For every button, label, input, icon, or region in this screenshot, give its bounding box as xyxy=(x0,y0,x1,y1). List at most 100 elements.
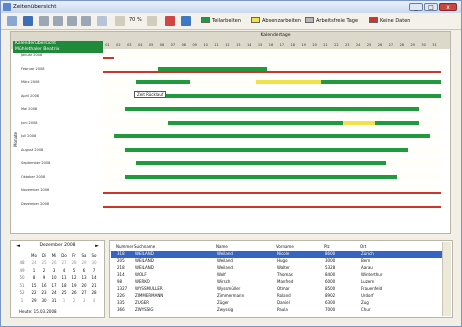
stop-icon[interactable] xyxy=(165,16,175,26)
calendar-day[interactable]: 2 xyxy=(39,268,49,274)
column-header[interactable]: Plz xyxy=(324,243,330,250)
calendar-day[interactable]: 31 xyxy=(49,298,59,304)
calendar-day[interactable]: 12 xyxy=(69,275,79,281)
calendar-day[interactable]: 11 xyxy=(59,275,69,281)
day-header-cell: 28 xyxy=(399,43,405,47)
search-icon[interactable] xyxy=(115,16,125,26)
weekday-label: Sa xyxy=(81,253,87,258)
calendar-day[interactable]: 14 xyxy=(89,275,99,281)
table-cell: 5328 xyxy=(325,265,336,270)
calendar-day[interactable]: 2 xyxy=(69,298,79,304)
calendar-day[interactable]: 25 xyxy=(59,290,69,296)
calendar-day[interactable]: 4 xyxy=(59,268,69,274)
day-header-cell: 11 xyxy=(214,43,219,47)
column-header[interactable]: Suchname xyxy=(134,243,155,250)
month-row[interactable] xyxy=(103,50,441,60)
calendar-day[interactable]: 28 xyxy=(89,290,99,296)
table-row[interactable]: 366 ZWYSSIG Zwyssig Paula 7000 Chur xyxy=(111,307,443,314)
table-cell: 366 xyxy=(117,307,125,312)
calendar-day[interactable]: 27 xyxy=(59,260,69,266)
calendar-day[interactable]: 29 xyxy=(79,260,89,266)
table-row[interactable]: 314 WOLF Wolf Thomas 8400 Winterthur xyxy=(111,272,443,279)
calendar-day[interactable]: 21 xyxy=(89,283,99,289)
calendar-day[interactable]: 30 xyxy=(39,298,49,304)
calendar-day[interactable]: 27 xyxy=(79,290,89,296)
calendar-day[interactable]: 30 xyxy=(89,260,99,266)
globe-icon[interactable] xyxy=(23,16,33,26)
calendar-day[interactable]: 26 xyxy=(69,290,79,296)
column-header[interactable]: Ort xyxy=(360,243,366,250)
calendar-day[interactable]: 23 xyxy=(39,290,49,296)
table-row[interactable]: 205 WEILAND Weiland Hugo 3000 Bern xyxy=(111,258,443,265)
table-cell: Weiland xyxy=(217,258,233,263)
view-month-icon[interactable] xyxy=(67,16,77,26)
legend-item: Teilarbeiten xyxy=(201,17,241,25)
calendar-day[interactable]: 1 xyxy=(59,298,69,304)
mini-calendar: ◄ Dezember 2008 ► Mo Di Mi Do Fr Sa So 48 24 25 26… xyxy=(10,240,105,318)
maximize-button[interactable]: □ xyxy=(424,3,438,11)
calendar-day[interactable]: 13 xyxy=(79,275,89,281)
calendar-day[interactable]: 15 xyxy=(29,283,39,289)
table-cell: 6300 xyxy=(325,300,336,305)
month-row-label: November 2008 xyxy=(21,188,50,192)
time-bar xyxy=(103,70,441,73)
calendar-day[interactable]: 1 xyxy=(29,268,39,274)
table-row[interactable]: 1327 WYSSMULLER Wyssmüller Otmar 8500 Frauenf… xyxy=(111,286,443,293)
today-link[interactable]: Heute: 15.03.2008 xyxy=(19,309,57,314)
calendar-day[interactable]: 20 xyxy=(79,283,89,289)
calendar-grid: Kalendertage Kalenderübersicht Mühlethal… xyxy=(10,31,451,234)
close-button[interactable]: x xyxy=(439,3,457,11)
calendar-day[interactable]: 24 xyxy=(49,290,59,296)
calendar-day[interactable]: 22 xyxy=(29,290,39,296)
calendar-day[interactable]: 29 xyxy=(29,298,39,304)
calendar-day[interactable]: 19 xyxy=(69,283,79,289)
refresh-icon[interactable] xyxy=(97,16,107,26)
calendar-day[interactable]: 25 xyxy=(39,260,49,266)
calendar-day[interactable]: 28 xyxy=(69,260,79,266)
day-header-cell: 29 xyxy=(410,43,415,47)
legend-swatch xyxy=(251,17,260,23)
column-header[interactable]: Name xyxy=(216,243,228,250)
month-row-label: Mai 2008 xyxy=(21,107,38,111)
export-icon[interactable] xyxy=(181,16,191,26)
calendar-day[interactable]: 5 xyxy=(69,268,79,274)
home-icon[interactable] xyxy=(7,16,17,26)
weekday-label: So xyxy=(91,253,97,258)
day-header-cell: 30 xyxy=(421,43,426,47)
calendar-day[interactable]: 16 xyxy=(39,283,49,289)
vertical-scrollbar[interactable] xyxy=(442,242,451,316)
calendar-day[interactable]: 18 xyxy=(59,283,69,289)
minimize-button[interactable]: _ xyxy=(409,3,423,11)
table-row[interactable]: 318 WEILAND Weiland Nicole 8600 Zürich xyxy=(111,251,443,258)
calendar-day[interactable]: 3 xyxy=(79,298,89,304)
calendar-day[interactable]: 9 xyxy=(39,275,49,281)
column-header[interactable]: Nummer xyxy=(116,243,133,250)
calendar-day[interactable]: 3 xyxy=(49,268,59,274)
tooltip: Zeit Rücklauf xyxy=(134,91,167,98)
table-cell: 8500 xyxy=(325,286,336,291)
calendar-day[interactable]: 6 xyxy=(79,268,89,274)
calendar-day[interactable]: 8 xyxy=(29,275,39,281)
calendar-day[interactable]: 17 xyxy=(49,283,59,289)
table-row[interactable]: 226 ZIMMERMANN Zimmermann Roland 8902 Urdorf xyxy=(111,293,443,300)
table-cell: Roland xyxy=(277,293,291,298)
table-cell: 318 xyxy=(117,251,125,256)
month-row-label: September 2008 xyxy=(21,161,51,165)
calendar-day[interactable]: 4 xyxy=(89,298,99,304)
column-header[interactable]: Vorname xyxy=(276,243,294,250)
zoom-icon[interactable] xyxy=(147,16,157,26)
calendar-day[interactable]: 24 xyxy=(29,260,39,266)
table-row[interactable]: 218 WEILAND Weiland Walter 5328 Aarau xyxy=(111,265,443,272)
grid-header: Kalendertage Kalenderübersicht Mühlethal… xyxy=(11,32,450,53)
next-month-button[interactable]: ► xyxy=(94,243,100,249)
table-cell: WEILAND xyxy=(135,258,154,263)
table-row[interactable]: 98 WERKO Wirsch Manfred 6000 Luzern xyxy=(111,279,443,286)
calendar-day[interactable]: 7 xyxy=(89,268,99,274)
calendar-day[interactable]: 26 xyxy=(49,260,59,266)
table-row[interactable]: 335 ZUGER Züger Daniel 6300 Zug xyxy=(111,300,443,307)
view-day-icon[interactable] xyxy=(39,16,49,26)
view-week-icon[interactable] xyxy=(53,16,63,26)
month-row-label: Januar 2008 xyxy=(21,53,43,57)
view-year-icon[interactable] xyxy=(81,16,91,26)
calendar-day[interactable]: 10 xyxy=(49,275,59,281)
